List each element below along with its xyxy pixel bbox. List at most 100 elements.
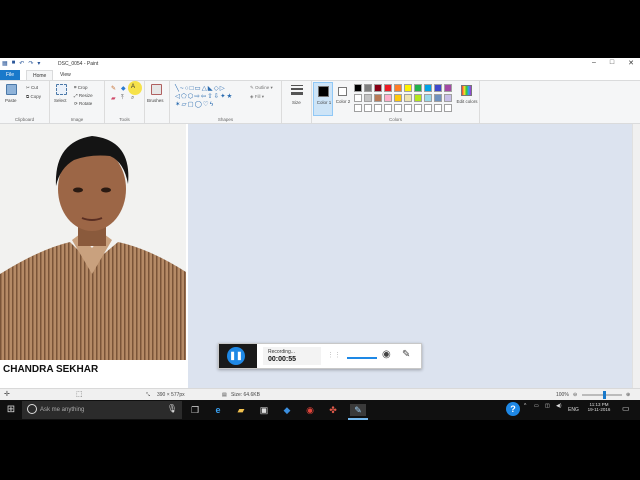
tools-group: ✎ ◆ A ▰ ⤒ ⌕ Tools [105,81,145,123]
paint-taskbar-icon[interactable]: ✎ [350,404,366,416]
size-line-medium [291,88,303,90]
shapes-group: ╲~○□▭△◣◇▷ ◁⬠⬡⇨⇦⇧⇩✦★ ✶▱▢◯♡ϟ ✎ Outline ▾ ◈… [170,81,282,123]
maximize-button[interactable]: □ [610,59,614,67]
edge-icon[interactable]: e [212,404,224,416]
tab-view[interactable]: View [54,70,77,80]
system-clock[interactable]: 11:13 PM 19-11-2016 [585,402,613,412]
eraser-tool-icon[interactable]: ▰ [111,95,116,102]
customize-toolbar-icon[interactable]: ▾ [37,60,40,67]
app-icon[interactable]: ✤ [327,404,339,416]
action-center-icon[interactable]: ▭ [622,404,630,413]
chrome-icon[interactable]: ◉ [304,404,316,416]
pause-recording-button[interactable]: ❚❚ [227,347,245,365]
portrait-photo [0,124,186,360]
status-bar: ✛ ⬚ ⤡ 390 × 577px ▤ Size: 64.6KB 100% ⊖ … [0,388,640,400]
crop-button[interactable]: ⌗ Crop [74,85,88,90]
zoom-in-button[interactable]: ⊕ [626,392,630,398]
active-app-indicator [348,418,368,420]
rotate-button[interactable]: ⟳ Rotate [74,101,92,107]
volume-level-bar[interactable] [347,357,377,359]
save-icon[interactable]: ■ [12,60,16,67]
microphone-icon[interactable]: 🎙 [167,404,177,413]
colors-group-label: Colors [388,117,402,122]
task-view-icon[interactable]: ❐ [189,404,201,416]
color-picker-icon[interactable]: ⤒ [121,95,124,102]
recorder-status-panel: Recording... 00:00:55 [263,347,321,365]
webcam-icon[interactable]: ◉ [382,349,391,360]
image-dimensions: 390 × 577px [157,392,185,398]
cursor-position-icon: ✛ [4,391,10,398]
shapes-group-label: Shapes [217,117,234,122]
select-button[interactable]: Select [54,98,67,103]
brushes-group: Brushes [145,81,170,123]
language-indicator[interactable]: ENG [568,407,579,413]
text-tool-icon[interactable]: A [131,84,135,90]
image-group: Select ⌗ Crop ⤢ Resize ⟳ Rotate Image [50,81,105,123]
size-line-thick [291,92,303,95]
tab-file[interactable]: File [0,70,21,80]
volume-icon[interactable]: ◀) [556,403,562,409]
recording-status: Recording... [268,349,295,355]
pen-annotate-icon[interactable]: ✎ [402,349,410,360]
resize-button[interactable]: ⤢ Resize [74,93,93,98]
selection-size-icon: ⬚ [76,391,83,398]
size-group: Size [282,81,312,123]
fill-label: Fill [254,94,261,99]
shapes-gallery-row2[interactable]: ◁⬠⬡⇨⇦⇧⇩✦★ [175,92,233,100]
magnifier-icon[interactable]: ⌕ [131,95,134,102]
paint-window: ▦ ■ ↶ ↷ ▾ DSC_0054 - Paint – □ ✕ File Ho… [0,58,640,420]
rotate-label: Rotate [79,101,93,106]
outline-button[interactable]: ✎ Outline ▾ [250,85,273,91]
outline-label: Outline [255,85,270,90]
paste-button[interactable]: Paste [5,98,17,103]
ribbon-tabs: File Home View [0,70,640,80]
clipboard-group-label: Clipboard [14,117,35,122]
minimize-button[interactable]: – [592,59,596,67]
size-line-thin [291,85,303,86]
network-icon[interactable]: ◫ [545,403,550,409]
paint-app-icon: ▦ [2,61,8,67]
fill-tool-icon[interactable]: ◆ [121,85,126,92]
copy-button[interactable]: ⧉ Copy [26,94,41,99]
size-button[interactable]: Size [292,100,301,105]
redo-icon[interactable]: ↷ [28,60,33,67]
paste-icon [6,84,17,95]
ribbon: Paste ✂ Cut ⧉ Copy Clipboard Select ⌗ Cr… [0,80,640,124]
cut-button[interactable]: ✂ Cut [26,85,38,91]
tray-overflow-icon[interactable]: ^ [524,403,526,409]
title-bar: ▦ ■ ↶ ↷ ▾ DSC_0054 - Paint – □ ✕ [0,58,640,70]
cut-label: Cut [31,85,39,90]
pencil-tool-icon[interactable]: ✎ [111,85,116,92]
shapes-gallery-row1[interactable]: ╲~○□▭△◣◇▷ [175,84,226,92]
recording-timer: 00:00:55 [268,356,297,363]
brush-icon [151,84,162,95]
drawing-canvas[interactable]: CHANDRA SEKHAR [0,124,188,388]
drag-handle-icon[interactable]: ⋮⋮ [327,351,341,359]
zoom-slider-thumb[interactable] [602,391,606,399]
file-explorer-icon[interactable]: ▰ [235,404,247,416]
cortana-search-box[interactable]: Ask me anything 🎙 [22,401,182,419]
search-placeholder: Ask me anything [40,407,85,413]
quick-access-toolbar: ▦ ■ ↶ ↷ ▾ [2,60,40,67]
file-size: Size: 64.6KB [231,392,260,398]
file-size-icon: ▤ [222,392,227,398]
copy-label: Copy [30,94,41,99]
tab-home[interactable]: Home [26,70,54,80]
shapes-gallery-row3[interactable]: ✶▱▢◯♡ϟ [175,100,214,108]
resize-label: Resize [78,93,93,98]
undo-icon[interactable]: ↶ [19,60,24,67]
windows-start-icon[interactable]: ⊞ [5,404,17,416]
store-icon[interactable]: ▣ [258,404,270,416]
cortana-icon [27,404,37,414]
battery-icon[interactable]: ▭ [534,403,539,409]
help-icon[interactable]: ? [506,402,520,416]
select-icon [56,84,67,95]
brushes-button[interactable]: Brushes [147,98,164,103]
zoom-out-button[interactable]: ⊖ [573,392,577,398]
close-button[interactable]: ✕ [628,59,634,67]
dropbox-icon[interactable]: ◆ [281,404,293,416]
fill-button[interactable]: ◈ Fill ▾ [250,94,264,100]
clock-date: 19-11-2016 [587,407,611,412]
vertical-scrollbar[interactable] [632,124,640,388]
window-controls: – □ ✕ [592,59,634,67]
